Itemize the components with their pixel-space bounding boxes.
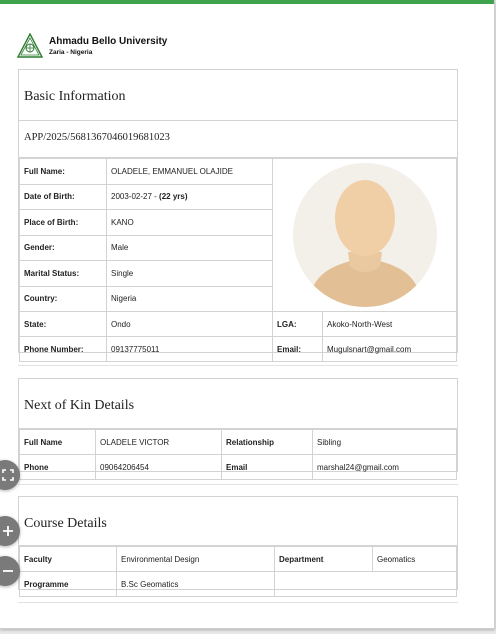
document-header: Ahmadu Bello University Zaria - Nigeria: [17, 32, 167, 60]
basic-info-table: Full Name: OLADELE, EMMANUEL OLAJIDE Dat…: [19, 158, 457, 362]
course-details-title: Course Details: [19, 497, 457, 546]
faculty-label: Faculty: [19, 546, 117, 572]
kin-phone-value: 09064206454: [95, 454, 222, 480]
section-divider: [18, 484, 458, 485]
university-crest-icon: [17, 33, 43, 58]
next-of-kin-title: Next of Kin Details: [19, 379, 457, 429]
department-label: Department: [274, 546, 373, 572]
gender-value: Male: [106, 234, 273, 261]
empty-cell: [274, 571, 457, 597]
fullscreen-icon: [2, 469, 14, 481]
kin-full-name-label: Full Name: [19, 429, 96, 455]
country-value: Nigeria: [106, 285, 273, 312]
kin-phone-label: Phone: [19, 454, 96, 480]
minus-icon: [3, 570, 13, 572]
phone-number-label: Phone Number:: [19, 336, 107, 362]
section-divider: [18, 365, 458, 366]
kin-email-label: Email: [221, 454, 313, 480]
next-of-kin-table: Full Name OLADELE VICTOR Relationship Si…: [19, 429, 457, 480]
lga-value: Akoko-North-West: [322, 311, 457, 337]
lga-label: LGA:: [272, 311, 323, 337]
date-of-birth-value: 2003-02-27 - (22 yrs): [106, 183, 273, 210]
age: (22 yrs): [159, 192, 188, 202]
kin-full-name-value: OLADELE VICTOR: [95, 429, 222, 455]
dob-date: 2003-02-27 -: [111, 192, 160, 202]
document-page: Ahmadu Bello University Zaria - Nigeria …: [0, 0, 495, 629]
email-label: Email:: [272, 336, 323, 362]
table-row: Phone 09064206454 Email marshal24@gmail.…: [19, 454, 457, 480]
email-value: Mugulsnart@gmail.com: [322, 336, 457, 362]
table-row: State: Ondo LGA: Akoko-North-West: [19, 311, 457, 337]
marital-status-label: Marital Status:: [19, 260, 107, 287]
kin-relationship-label: Relationship: [221, 429, 313, 455]
basic-information-title: Basic Information: [19, 70, 457, 121]
plus-icon: [3, 526, 13, 536]
department-value: Geomatics: [372, 546, 457, 572]
date-of-birth-label: Date of Birth:: [19, 183, 107, 210]
avatar-placeholder-icon: [292, 163, 437, 307]
table-row: Programme B.Sc Geomatics: [19, 571, 457, 597]
application-number: APP/2025/5681367046019681023: [19, 121, 457, 158]
programme-label: Programme: [19, 571, 117, 597]
kin-relationship-value: Sibling: [312, 429, 457, 455]
full-name-value: OLADELE, EMMANUEL OLAJIDE: [106, 158, 273, 185]
university-location: Zaria - Nigeria: [49, 48, 93, 56]
section-divider: [18, 602, 458, 603]
course-details-table: Faculty Environmental Design Department …: [19, 546, 457, 597]
state-label: State:: [19, 311, 107, 337]
marital-status-value: Single: [106, 260, 273, 287]
faculty-value: Environmental Design: [116, 546, 275, 572]
passport-photo-cell: [272, 158, 457, 312]
next-of-kin-section: Next of Kin Details Full Name OLADELE VI…: [18, 378, 458, 480]
kin-email-value: marshal24@gmail.com: [312, 454, 457, 480]
table-row: Phone Number: 09137775011 Email: Mugulsn…: [19, 336, 457, 362]
country-label: Country:: [19, 285, 107, 312]
place-of-birth-value: KANO: [106, 209, 273, 236]
full-name-label: Full Name:: [19, 158, 107, 185]
gender-label: Gender:: [19, 234, 107, 261]
place-of-birth-label: Place of Birth:: [19, 209, 107, 236]
state-value: Ondo: [106, 311, 273, 337]
table-row: Full Name OLADELE VICTOR Relationship Si…: [19, 429, 457, 455]
programme-value: B.Sc Geomatics: [116, 571, 275, 597]
phone-number-value: 09137775011: [106, 336, 273, 362]
top-accent-bar: [0, 0, 494, 4]
university-name: Ahmadu Bello University: [49, 35, 168, 47]
course-details-section: Course Details Faculty Environmental Des…: [18, 496, 458, 597]
basic-information-section: Basic Information APP/2025/5681367046019…: [18, 69, 458, 362]
table-row: Faculty Environmental Design Department …: [19, 546, 457, 572]
table-row: Full Name: OLADELE, EMMANUEL OLAJIDE: [19, 158, 457, 312]
